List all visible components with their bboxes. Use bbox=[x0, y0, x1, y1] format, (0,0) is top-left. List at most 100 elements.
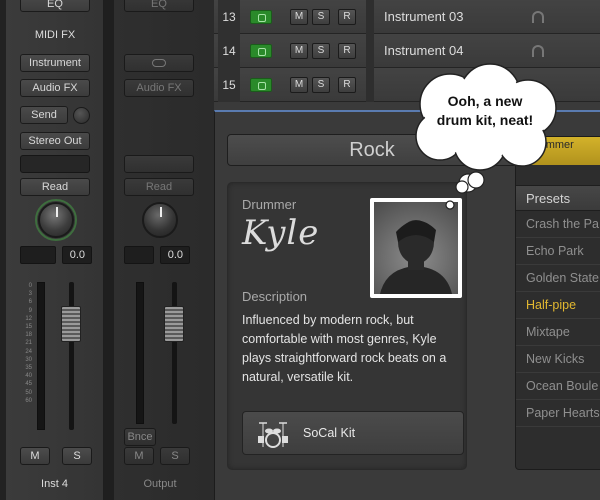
fader-scale-tick: 12 bbox=[25, 315, 32, 322]
fader-scale-tick: 24 bbox=[25, 348, 32, 355]
preset-item[interactable]: Crash the Pa bbox=[516, 211, 600, 238]
volume-fader-track[interactable] bbox=[172, 282, 177, 424]
send-level-knob[interactable] bbox=[73, 107, 90, 124]
group-slot[interactable] bbox=[20, 155, 90, 173]
level-meter bbox=[37, 282, 45, 430]
bubble-line: Ooh, a new bbox=[447, 93, 523, 109]
track-record-button[interactable]: R bbox=[338, 43, 356, 59]
automation-mode-button[interactable]: Read bbox=[124, 178, 194, 196]
instrument-track-icon bbox=[250, 44, 272, 58]
track-name[interactable]: Instrument 04 bbox=[384, 34, 464, 68]
pan-knob[interactable] bbox=[142, 202, 178, 238]
track-mute-button[interactable]: M bbox=[290, 43, 308, 59]
mute-button[interactable]: M bbox=[124, 447, 154, 465]
track-record-button[interactable]: R bbox=[338, 77, 356, 93]
strip-name: Inst 4 bbox=[41, 478, 68, 490]
group-slot[interactable] bbox=[124, 155, 194, 173]
portrait-photo bbox=[374, 202, 458, 294]
track-separator bbox=[366, 68, 374, 102]
volume-fader-track[interactable] bbox=[69, 282, 74, 430]
midi-fx-slot[interactable]: MIDI FX bbox=[20, 29, 90, 41]
track-mute-button[interactable]: M bbox=[290, 9, 308, 25]
output-slot[interactable]: Stereo Out bbox=[20, 132, 90, 150]
preset-item[interactable]: Paper Hearts bbox=[516, 400, 600, 427]
strip-name: Output bbox=[143, 478, 177, 490]
volume-fader-handle[interactable] bbox=[164, 306, 184, 342]
bubble-text: Ooh, a new drum kit, neat! bbox=[410, 92, 560, 130]
solo-button[interactable]: S bbox=[160, 447, 190, 465]
fader-scale-tick: 15 bbox=[25, 324, 32, 331]
drummer-portrait[interactable] bbox=[370, 198, 462, 298]
track-separator bbox=[366, 34, 374, 68]
instrument-slot[interactable]: Instrument bbox=[20, 54, 90, 72]
channel-strip-inst4: EQ MIDI FX Instrument Audio FX Send Ster… bbox=[6, 0, 104, 500]
volume-value[interactable]: 0.0 bbox=[62, 246, 92, 264]
track-record-button[interactable]: R bbox=[338, 9, 356, 25]
headphone-icon[interactable] bbox=[532, 11, 544, 23]
track-number: 14 bbox=[218, 34, 240, 68]
silhouette-icon bbox=[380, 220, 452, 294]
fader-scale-tick: 35 bbox=[25, 365, 32, 372]
fader-scale-tick: 21 bbox=[25, 340, 32, 347]
volume-fader-handle[interactable] bbox=[61, 306, 81, 342]
track-row[interactable]: 14 M S R Instrument 04 bbox=[214, 34, 600, 68]
kit-name: SoCal Kit bbox=[303, 426, 356, 440]
fader-scale-tick: 50 bbox=[25, 389, 32, 396]
fader-scale-tick: 30 bbox=[25, 356, 32, 363]
automation-mode-button[interactable]: Read bbox=[20, 178, 90, 196]
track-mute-button[interactable]: M bbox=[290, 77, 308, 93]
eq-slot[interactable]: EQ bbox=[124, 0, 194, 12]
preset-item[interactable]: Ocean Boule bbox=[516, 373, 600, 400]
kit-button[interactable]: SoCal Kit bbox=[242, 411, 464, 455]
fader-scale-tick: 3 bbox=[28, 291, 32, 298]
strip-divider bbox=[104, 0, 114, 500]
track-row[interactable]: 13 M S R Instrument 03 bbox=[214, 0, 600, 34]
bounce-button[interactable]: Bnce bbox=[124, 428, 156, 446]
fader-scale-tick: 60 bbox=[25, 397, 32, 404]
thought-bubble: Ooh, a new drum kit, neat! bbox=[410, 63, 560, 210]
track-name[interactable]: Instrument 03 bbox=[384, 0, 464, 34]
track-solo-button[interactable]: S bbox=[312, 43, 330, 59]
instrument-track-icon bbox=[250, 78, 272, 92]
send-slot[interactable]: Send bbox=[20, 106, 68, 124]
volume-value[interactable]: 0.0 bbox=[160, 246, 190, 264]
fader-scale-tick: 6 bbox=[28, 299, 32, 306]
fader-scale-tick: 9 bbox=[28, 307, 32, 314]
track-solo-button[interactable]: S bbox=[312, 77, 330, 93]
audio-fx-slot[interactable]: Audio FX bbox=[20, 79, 90, 97]
level-meter bbox=[136, 282, 144, 424]
preset-item[interactable]: Echo Park bbox=[516, 238, 600, 265]
channel-strip-output: EQ Audio FX Read 0.0 Bnce M S Output bbox=[114, 0, 206, 500]
fader-scale-tick: 40 bbox=[25, 373, 32, 380]
instrument-track-icon bbox=[250, 10, 272, 24]
preset-item[interactable]: Golden State bbox=[516, 265, 600, 292]
preset-item[interactable]: Mixtape bbox=[516, 319, 600, 346]
audio-fx-slot[interactable]: Audio FX bbox=[124, 79, 194, 97]
link-icon bbox=[152, 59, 166, 67]
fader-scale-tick: 45 bbox=[25, 381, 32, 388]
fader-scale-tick: 0 bbox=[28, 283, 32, 289]
drummer-name: Kyle bbox=[242, 213, 320, 253]
headphone-icon[interactable] bbox=[532, 45, 544, 57]
drum-kit-icon bbox=[258, 422, 288, 448]
preset-item-selected[interactable]: Half-pipe bbox=[516, 292, 600, 319]
description-label: Description bbox=[242, 289, 308, 304]
peak-display bbox=[20, 246, 56, 264]
link-slot[interactable] bbox=[124, 54, 194, 72]
solo-button[interactable]: S bbox=[62, 447, 92, 465]
track-number: 15 bbox=[218, 68, 240, 102]
drummer-card: Drummer Kyle Description Influenced by m… bbox=[227, 182, 467, 470]
fader-scale-tick: 18 bbox=[25, 332, 32, 339]
drummer-description: Influenced by modern rock, but comfortab… bbox=[242, 313, 447, 384]
track-number: 13 bbox=[218, 0, 240, 34]
eq-slot[interactable]: EQ bbox=[20, 0, 90, 12]
peak-display bbox=[124, 246, 154, 264]
bubble-line: drum kit, neat! bbox=[436, 112, 534, 128]
track-solo-button[interactable]: S bbox=[312, 9, 330, 25]
pan-knob[interactable] bbox=[38, 202, 74, 238]
cloud-shape bbox=[415, 63, 557, 210]
fader-scale: 0 3 6 9 12 15 18 21 24 30 35 40 45 50 60 bbox=[20, 282, 32, 405]
track-separator bbox=[366, 0, 374, 34]
mute-button[interactable]: M bbox=[20, 447, 50, 465]
preset-item[interactable]: New Kicks bbox=[516, 346, 600, 373]
